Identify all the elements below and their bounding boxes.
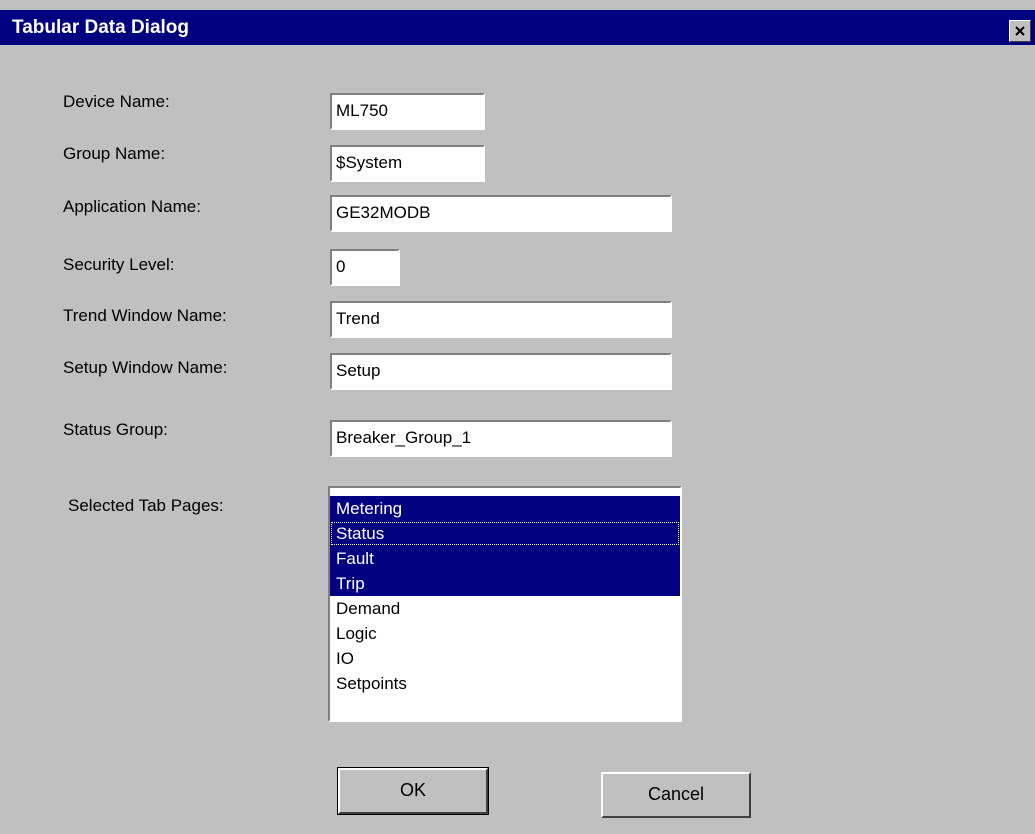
status-group-label: Status Group: bbox=[63, 420, 168, 439]
window-title: Tabular Data Dialog bbox=[12, 17, 190, 38]
list-item-fault[interactable]: Fault bbox=[330, 546, 680, 571]
device-name-field[interactable]: ML750 bbox=[330, 93, 485, 130]
application-name-label: Application Name: bbox=[63, 197, 201, 216]
tab-pages-listbox[interactable]: Metering Status Fault Trip Demand Logic … bbox=[328, 486, 682, 722]
list-item-logic[interactable]: Logic bbox=[330, 621, 680, 646]
status-group-field[interactable]: Breaker_Group_1 bbox=[330, 420, 672, 457]
trend-window-name-label: Trend Window Name: bbox=[63, 306, 227, 325]
setup-window-name-label: Setup Window Name: bbox=[63, 358, 228, 377]
close-button[interactable] bbox=[1009, 20, 1031, 42]
security-level-label: Security Level: bbox=[63, 255, 175, 274]
tabular-data-dialog: Tabular Data Dialog Device Name: ML750 G… bbox=[0, 0, 1035, 834]
trend-window-name-field[interactable]: Trend bbox=[330, 301, 672, 338]
group-name-label: Group Name: bbox=[63, 144, 166, 163]
group-name-field[interactable]: $System bbox=[330, 145, 485, 182]
close-icon bbox=[1015, 26, 1025, 36]
setup-window-name-field[interactable]: Setup bbox=[330, 353, 672, 390]
selected-tab-pages-label: Selected Tab Pages: bbox=[68, 496, 224, 515]
cancel-button[interactable]: Cancel bbox=[601, 772, 751, 818]
list-item-io[interactable]: IO bbox=[330, 646, 680, 671]
list-item-trip[interactable]: Trip bbox=[330, 571, 680, 596]
list-item-setpoints[interactable]: Setpoints bbox=[330, 671, 680, 696]
title-bar[interactable]: Tabular Data Dialog bbox=[0, 10, 1035, 45]
security-level-field[interactable]: 0 bbox=[330, 249, 400, 286]
list-item-status[interactable]: Status bbox=[330, 521, 680, 546]
ok-button[interactable]: OK bbox=[337, 767, 489, 815]
device-name-label: Device Name: bbox=[63, 92, 170, 111]
list-item-demand[interactable]: Demand bbox=[330, 596, 680, 621]
application-name-field[interactable]: GE32MODB bbox=[330, 195, 672, 232]
list-item-metering[interactable]: Metering bbox=[330, 496, 680, 521]
